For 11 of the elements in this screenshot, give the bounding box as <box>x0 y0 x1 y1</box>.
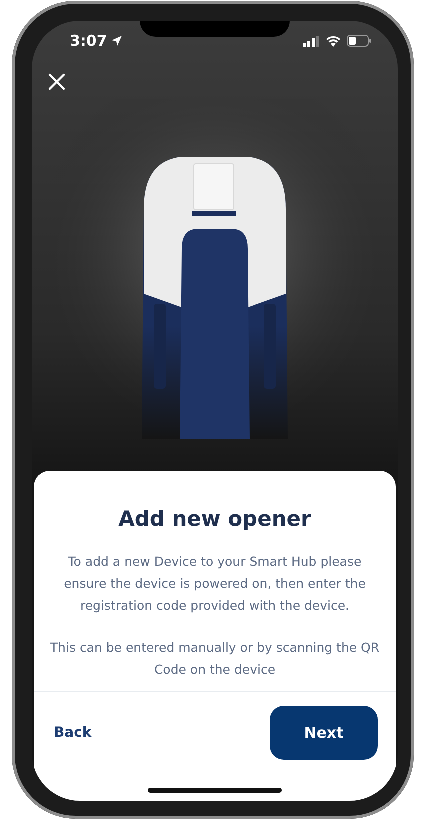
battery-icon <box>347 35 372 47</box>
back-button[interactable]: Back <box>54 721 92 745</box>
next-button[interactable]: Next <box>270 706 378 760</box>
close-icon <box>48 73 66 91</box>
instruction-text: To add a new Device to your Smart Hub please ensure the device is powered on, then enter the registration code provided with the device. <box>63 553 367 615</box>
signal-icon <box>303 36 320 46</box>
location-arrow-icon <box>111 35 124 47</box>
sheet-title: Add new opener <box>118 507 312 531</box>
status-time: 3:07 <box>70 32 108 50</box>
wifi-icon <box>326 36 341 46</box>
instruction-text: This can be entered manually or by scanning the QR Code on the device <box>50 639 380 679</box>
